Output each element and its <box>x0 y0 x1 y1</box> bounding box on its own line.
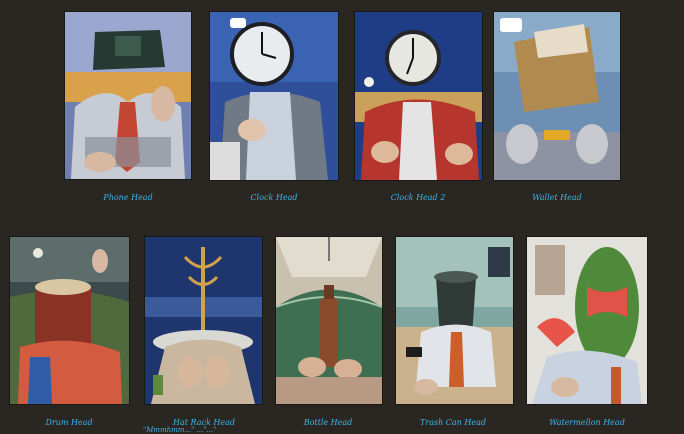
caption-clock-head-2[interactable]: Clock Head 2 <box>391 193 446 202</box>
drum-head-image <box>10 237 129 404</box>
caption-trash-can-head[interactable]: Trash Can Head <box>420 418 486 427</box>
trash-can-head-image <box>396 237 513 404</box>
caption-bottle-head[interactable]: Bottle Head <box>304 418 353 427</box>
bottle-head-image <box>276 237 382 404</box>
painting-bottle-head[interactable] <box>276 237 382 404</box>
caption-wallet-head[interactable]: Wallet Head <box>532 193 582 202</box>
painting-hat-rack-head[interactable] <box>145 237 262 404</box>
painting-phone-head[interactable] <box>65 12 191 179</box>
partial-caption-text: "Mmmhmm..." ..."..." <box>143 426 217 434</box>
caption-clock-head[interactable]: Clock Head <box>251 193 298 202</box>
caption-watermellon-head[interactable]: Watermellon Head <box>549 418 625 427</box>
clock-head-2-image <box>355 12 482 180</box>
painting-watermellon-head[interactable] <box>527 237 647 404</box>
hat-rack-head-image <box>145 237 262 404</box>
watermellon-head-image <box>527 237 647 404</box>
painting-clock-head[interactable] <box>210 12 338 180</box>
phone-head-image <box>65 12 191 179</box>
painting-wallet-head[interactable] <box>494 12 620 180</box>
caption-phone-head[interactable]: Phone Head <box>103 193 152 202</box>
caption-drum-head[interactable]: Drum Head <box>45 418 92 427</box>
painting-drum-head[interactable] <box>10 237 129 404</box>
painting-trash-can-head[interactable] <box>396 237 513 404</box>
clock-head-image <box>210 12 338 180</box>
painting-clock-head-2[interactable] <box>355 12 482 180</box>
wallet-head-image <box>494 12 620 180</box>
